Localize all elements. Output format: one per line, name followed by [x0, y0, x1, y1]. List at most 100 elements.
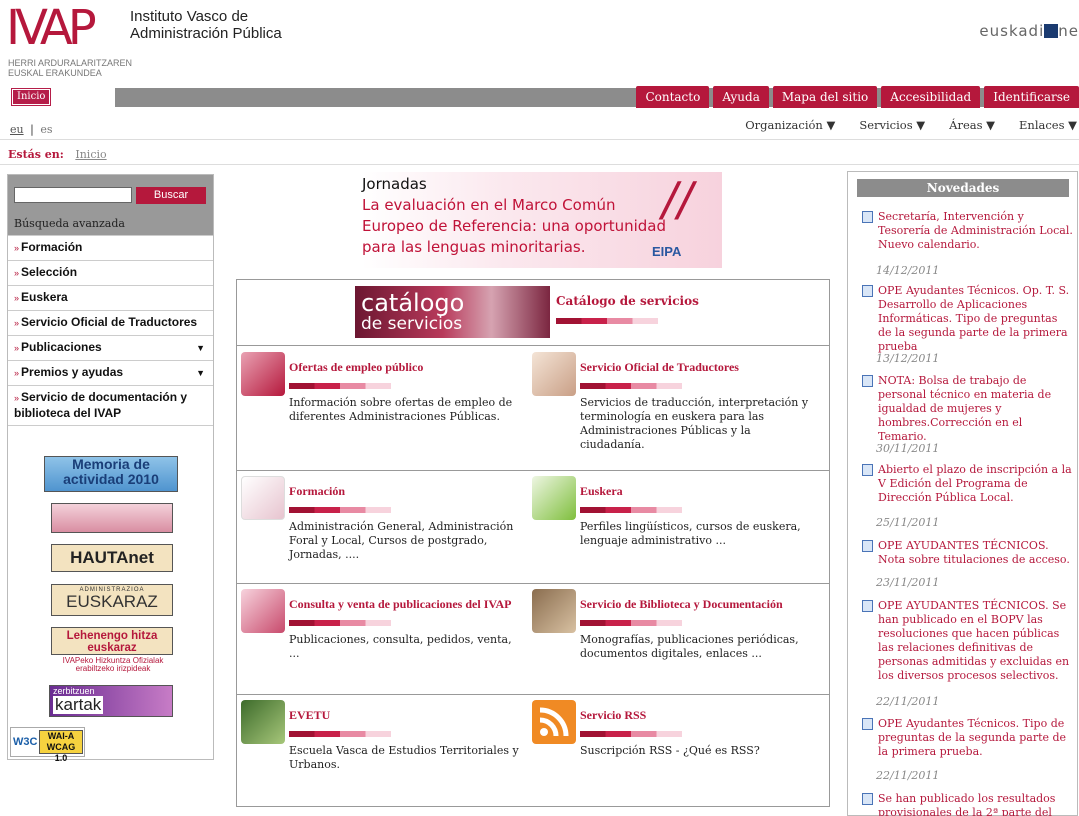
news-date: 25/11/2011 — [876, 516, 940, 529]
catalog-image-line2: de servicios — [361, 314, 463, 334]
document-icon — [862, 600, 873, 612]
lehenengo-hitza-banner[interactable]: Lehenengo hitza euskaraz — [51, 627, 173, 655]
submenu-areas[interactable]: Áreas ▼ — [949, 118, 995, 132]
news-item[interactable]: OPE Ayudantes Técnicos. Tipo de pregunta… — [862, 717, 1074, 759]
service-title[interactable]: Formación — [289, 484, 345, 499]
news-date: 22/11/2011 — [876, 769, 940, 782]
nav-identificarse[interactable]: Identificarse — [984, 86, 1079, 108]
document-icon — [862, 464, 873, 476]
news-item[interactable]: Secretaría, Intervención y Tesorería de … — [862, 210, 1074, 252]
wai-a-box: WAI-A WCAG 1.0 — [39, 730, 83, 763]
wai-line2: WCAG 1.0 — [46, 742, 76, 763]
service-description: Suscripción RSS - ¿Qué es RSS? — [580, 744, 760, 757]
submenu-organizacion[interactable]: Organización ▼ — [745, 118, 835, 132]
service-title[interactable]: EVETU — [289, 708, 330, 723]
submenu-servicios[interactable]: Servicios ▼ — [859, 118, 925, 132]
language-switcher: eu | es — [10, 123, 52, 136]
service-title[interactable]: Servicio Oficial de Traductores — [580, 360, 739, 375]
chevron-right-icon: » — [14, 343, 20, 353]
service-description: Información sobre ofertas de empleo de d… — [289, 396, 513, 423]
sidebar-item-label: Premios y ayudas — [21, 365, 124, 379]
sidebar-item-euskera[interactable]: » Euskera — [8, 285, 213, 310]
nav-mapa-sitio[interactable]: Mapa del sitio — [772, 86, 878, 108]
sidebar-item-publicaciones[interactable]: » Publicaciones ▼ — [8, 335, 213, 360]
jornadas-banner[interactable]: Jornadas La evaluación en el Marco Común… — [362, 172, 722, 268]
lang-eu[interactable]: eu — [10, 123, 24, 136]
sidebar-item-formacion[interactable]: » Formación — [8, 235, 213, 260]
advanced-search-link[interactable]: Búsqueda avanzada — [14, 217, 125, 230]
news-text: OPE Ayudantes Técnicos. Tipo de pregunta… — [878, 717, 1067, 758]
puzzle-icon — [241, 352, 285, 396]
chevron-right-icon: » — [14, 368, 20, 378]
home-button[interactable]: Inicio — [10, 88, 52, 106]
dropdown-arrow-icon: ▼ — [912, 118, 926, 132]
zerbitzuen-kartak-banner[interactable]: zerbitzuen kartak — [49, 685, 173, 717]
sidebar-item-label: Publicaciones — [21, 340, 102, 354]
sidebar-item-biblioteca[interactable]: » Servicio de documentación y biblioteca … — [8, 385, 213, 426]
service-traductores: Servicio Oficial de Traductores Servicio… — [528, 346, 818, 464]
decorative-bar — [556, 318, 658, 324]
news-text: Secretaría, Intervención y Tesorería de … — [878, 210, 1073, 251]
news-text: OPE AYUDANTES TÉCNICOS. Nota sobre titul… — [878, 539, 1070, 566]
news-text: OPE AYUDANTES TÉCNICOS. Se han publicado… — [878, 599, 1070, 682]
submenu-enlaces[interactable]: Enlaces ▼ — [1019, 118, 1077, 132]
catalog-title[interactable]: Catálogo de servicios — [556, 294, 699, 308]
catalog-image[interactable]: catálogo de servicios — [355, 286, 550, 338]
sidebar-item-label: Euskera — [21, 290, 68, 304]
tree-icon — [241, 476, 285, 520]
news-item[interactable]: Abierto el plazo de inscripción a la V E… — [862, 463, 1074, 505]
hautanet-banner[interactable]: HAUTAnet — [51, 544, 173, 572]
euskaraz-banner[interactable]: ADMINISTRAZIOA EUSKARAZ — [51, 584, 173, 616]
breadcrumb-home-link[interactable]: Inicio — [75, 148, 106, 161]
org-name-line2: Administración Pública — [130, 25, 282, 42]
dudanet-banner[interactable] — [51, 503, 173, 533]
w3c-logo-icon: W3C — [13, 736, 38, 748]
service-formacion: Formación Administración General, Admini… — [237, 470, 527, 588]
rss-glyph-icon — [539, 707, 569, 737]
breadcrumb: Estás en: Inicio — [8, 148, 107, 161]
ivap-logo[interactable]: IVAP — [6, 4, 97, 52]
service-title[interactable]: Consulta y venta de publicaciones del IV… — [289, 597, 511, 612]
dropdown-arrow-icon: ▼ — [982, 118, 996, 132]
sidebar-item-premios[interactable]: » Premios y ayudas ▼ — [8, 360, 213, 385]
news-item[interactable]: OPE Ayudantes Técnicos. Op. T. S. Desarr… — [862, 284, 1074, 354]
nav-contacto[interactable]: Contacto — [636, 86, 710, 108]
search-input[interactable] — [14, 187, 132, 203]
service-description: Monografías, publicaciones periódicas, d… — [580, 633, 799, 660]
search-button[interactable]: Buscar — [136, 187, 206, 204]
submenu-enlaces-label: Enlaces — [1019, 118, 1065, 132]
news-text: OPE Ayudantes Técnicos. Op. T. S. Desarr… — [878, 284, 1070, 353]
service-description: Administración General, Administración F… — [289, 520, 514, 561]
memoria-2010-banner[interactable]: Memoria de actividad 2010 — [44, 456, 178, 492]
sidebar-item-label: Formación — [21, 240, 83, 254]
news-item[interactable]: NOTA: Bolsa de trabajo de personal técni… — [862, 374, 1074, 444]
service-title[interactable]: Ofertas de empleo público — [289, 360, 423, 375]
news-item[interactable]: OPE AYUDANTES TÉCNICOS. Se han publicado… — [862, 599, 1074, 683]
rss-icon — [532, 700, 576, 744]
service-title[interactable]: Servicio de Biblioteca y Documentación — [580, 597, 783, 612]
books-icon — [241, 589, 285, 633]
wai-a-badge[interactable]: W3C WAI-A WCAG 1.0 — [10, 727, 85, 763]
decorative-bar — [580, 507, 682, 513]
sidebar-item-seleccion[interactable]: » Selección — [8, 260, 213, 285]
service-title[interactable]: Euskera — [580, 484, 623, 499]
service-title[interactable]: Servicio RSS — [580, 708, 646, 723]
news-item[interactable]: OPE AYUDANTES TÉCNICOS. Nota sobre titul… — [862, 539, 1074, 567]
org-sub-line2: EUSKAL ERAKUNDEA — [8, 68, 102, 78]
euskadi-net-logo[interactable]: euskadi ne — [979, 22, 1079, 40]
nav-accesibilidad[interactable]: Accesibilidad — [881, 86, 981, 108]
sidebar-item-label: Selección — [21, 265, 78, 279]
lang-es[interactable]: es — [40, 123, 52, 136]
chevron-right-icon: » — [14, 318, 20, 328]
search-box: Buscar Búsqueda avanzada — [8, 175, 213, 235]
sidebar-item-traductores[interactable]: » Servicio Oficial de Traductores — [8, 310, 213, 335]
document-icon — [862, 211, 873, 223]
service-description: Servicios de traducción, interpretación … — [580, 396, 809, 451]
news-date: 22/11/2011 — [876, 695, 940, 708]
dropdown-arrow-icon: ▼ — [196, 343, 205, 353]
news-item[interactable]: Se han publicado los resultados provisio… — [862, 792, 1074, 816]
news-text: Abierto el plazo de inscripción a la V E… — [878, 463, 1072, 504]
memoria-line2: actividad 2010 — [63, 471, 159, 487]
service-publicaciones: Consulta y venta de publicaciones del IV… — [237, 583, 527, 701]
nav-ayuda[interactable]: Ayuda — [713, 86, 769, 108]
